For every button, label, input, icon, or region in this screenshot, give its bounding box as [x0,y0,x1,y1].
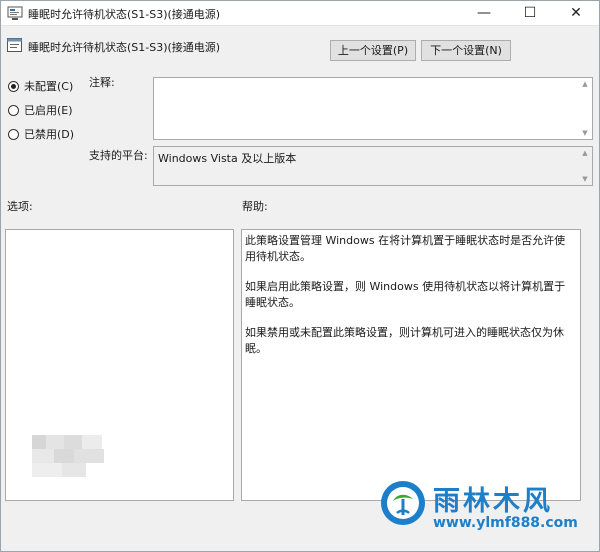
close-icon: ✕ [570,5,582,21]
radio-not-configured[interactable]: 未配置(C) [8,78,73,94]
radio-enabled-indicator[interactable] [8,104,19,116]
previous-setting-button[interactable]: 上一个设置(P) [330,40,416,61]
next-setting-button[interactable]: 下一个设置(N) [421,40,511,61]
blurred-region [32,463,62,477]
minimize-button[interactable]: — [461,1,507,25]
radio-not-configured-indicator[interactable] [8,80,19,92]
options-label: 选项: [7,200,33,213]
policy-setting-window: 睡眠时允许待机状态(S1-S3)(接通电源) — ☐ ✕ 睡眠时允许待机状态(S… [0,0,600,552]
blurred-region [32,449,54,463]
setting-icon [7,38,22,52]
maximize-icon: ☐ [523,5,537,21]
platform-field: Windows Vista 及以上版本 ▲ ▼ [153,146,593,186]
comment-label: 注释: [89,76,115,89]
radio-enabled-label: 已启用(E) [24,104,73,117]
radio-disabled[interactable]: 已禁用(D) [8,126,74,142]
radio-not-configured-label: 未配置(C) [24,80,74,93]
window-title: 睡眠时允许待机状态(S1-S3)(接通电源) [28,8,221,21]
blurred-region [82,435,102,449]
help-paragraph: 如果禁用或未配置此策略设置，则计算机可进入的睡眠状态仅为休眠。 [245,326,564,355]
platform-value: Windows Vista 及以上版本 [158,152,297,165]
platform-scrollbar[interactable]: ▲ ▼ [578,147,592,185]
scroll-down-icon[interactable]: ▼ [582,175,587,183]
help-text: 此策略设置管理 Windows 在将计算机置于睡眠状态时是否允许使用待机状态。 … [245,233,572,371]
help-paragraph: 如果启用此策略设置，则 Windows 使用待机状态以将计算机置于睡眠状态。 [245,280,566,309]
setting-title: 睡眠时允许待机状态(S1-S3)(接通电源) [28,41,221,54]
minimize-icon: — [477,5,491,21]
watermark-title: 雨林木风 [433,486,553,517]
scroll-down-icon[interactable]: ▼ [582,129,587,137]
platform-label: 支持的平台: [89,149,148,162]
options-pane[interactable] [5,229,234,501]
close-button[interactable]: ✕ [553,1,599,25]
radio-disabled-label: 已禁用(D) [24,128,75,141]
comment-textarea[interactable]: ▲ ▼ [153,77,593,140]
help-paragraph: 此策略设置管理 Windows 在将计算机置于睡眠状态时是否允许使用待机状态。 [245,234,566,263]
blurred-region [62,463,86,477]
blurred-region [74,449,104,463]
radio-disabled-indicator[interactable] [8,128,19,140]
maximize-button[interactable]: ☐ [507,1,553,25]
watermark-logo-icon [381,481,425,525]
blurred-region [54,449,74,463]
help-pane[interactable]: 此策略设置管理 Windows 在将计算机置于睡眠状态时是否允许使用待机状态。 … [241,229,581,501]
radio-enabled[interactable]: 已启用(E) [8,102,73,118]
blurred-region [64,435,82,449]
scroll-up-icon[interactable]: ▲ [582,149,587,157]
help-label: 帮助: [242,200,268,213]
scroll-up-icon[interactable]: ▲ [582,80,587,88]
title-bar[interactable]: 睡眠时允许待机状态(S1-S3)(接通电源) — ☐ ✕ [1,1,599,26]
comment-scrollbar[interactable]: ▲ ▼ [578,78,592,139]
policy-settings-icon [7,6,23,20]
blurred-region [46,435,64,449]
blurred-region [32,435,46,449]
watermark-url: www.ylmf888.com [433,515,578,531]
